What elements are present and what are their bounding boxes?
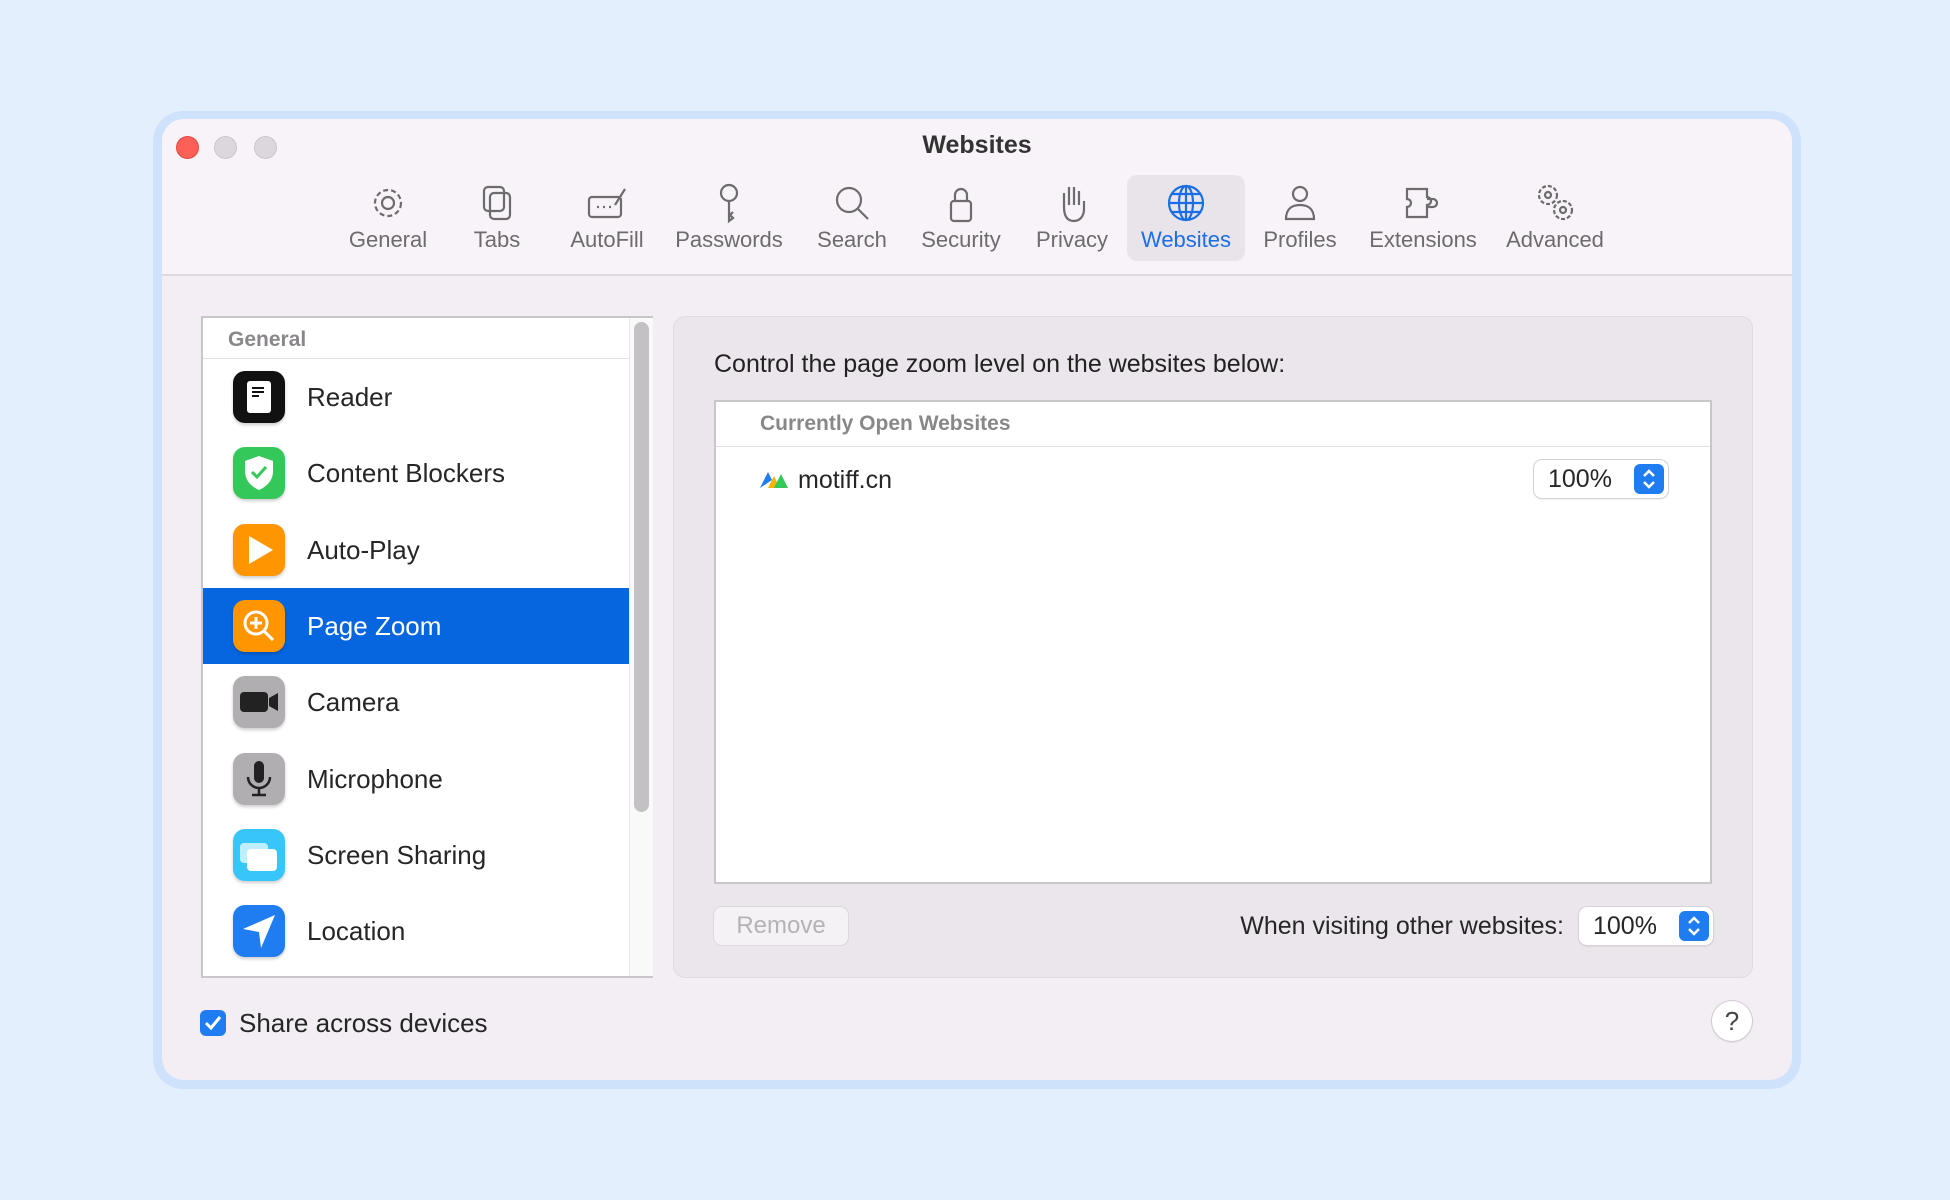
tab-label: Search xyxy=(817,227,887,252)
tab-label: Privacy xyxy=(1035,227,1109,252)
tab-label: Extensions xyxy=(1369,227,1477,252)
sidebar-item-label: Screen Sharing xyxy=(307,839,487,870)
tab-label: Websites xyxy=(1140,227,1232,252)
motiff-logo-icon xyxy=(760,472,788,488)
description: Control the page zoom level on the websi… xyxy=(714,350,1286,378)
remove-button[interactable]: Remove xyxy=(714,907,848,945)
toolbar: Websites General Tabs AutoFill Passwords Sea… xyxy=(162,119,1792,276)
location-arrow-icon xyxy=(233,905,285,958)
microphone-icon xyxy=(233,752,285,805)
reader-icon xyxy=(233,371,285,423)
sidebar-item-auto-play[interactable]: Auto-Play xyxy=(203,512,629,588)
screen-sharing-icon xyxy=(233,828,285,881)
tab-search[interactable]: Search xyxy=(793,175,911,261)
sidebar-item-label: Camera xyxy=(307,687,400,718)
globe-icon xyxy=(1167,184,1205,222)
shield-check-icon xyxy=(233,447,285,500)
tab-privacy[interactable]: Privacy xyxy=(1013,175,1131,261)
tab-security[interactable]: Security xyxy=(902,175,1020,261)
site-zoom-value: 100% xyxy=(1548,465,1612,493)
tab-label: Passwords xyxy=(675,227,783,252)
tab-websites[interactable]: Websites xyxy=(1127,175,1245,261)
sidebar-item-label: Page Zoom xyxy=(307,610,442,641)
puzzle-icon xyxy=(1405,187,1439,219)
site-name: motiff.cn xyxy=(798,466,893,494)
tab-label: Security xyxy=(921,227,1001,252)
share-label[interactable]: Share across devices xyxy=(239,1007,488,1039)
websites-table: Currently Open Websites motiff.cn 100% xyxy=(714,400,1712,884)
site-zoom-select[interactable]: 100% xyxy=(1534,460,1668,498)
tab-label: Advanced xyxy=(1506,227,1604,252)
tab-extensions[interactable]: Extensions xyxy=(1364,175,1482,261)
page-zoom-panel: Control the page zoom level on the websi… xyxy=(673,316,1753,978)
sidebar-item-page-zoom[interactable]: Page Zoom xyxy=(203,587,629,664)
other-websites-label: When visiting other websites: xyxy=(1240,912,1564,940)
sidebar-item-label: Auto-Play xyxy=(307,534,420,565)
chevron-up-down-icon xyxy=(1679,911,1709,941)
divider xyxy=(716,446,1710,447)
tabs-icon xyxy=(482,185,512,221)
search-icon xyxy=(835,186,869,220)
person-icon xyxy=(1284,185,1316,221)
tab-advanced[interactable]: Advanced xyxy=(1496,175,1614,261)
chevron-up-down-icon xyxy=(1634,464,1664,494)
sidebar-item-microphone[interactable]: Microphone xyxy=(203,741,629,817)
window-title: Websites xyxy=(922,131,1032,159)
scrollbar-thumb[interactable] xyxy=(634,322,649,812)
tab-profiles[interactable]: Profiles xyxy=(1241,175,1359,261)
table-row[interactable]: motiff.cn 100% xyxy=(716,452,1710,508)
sidebar-list: General Reader Content Blockers Auto-Play P… xyxy=(201,316,653,978)
tab-passwords[interactable]: Passwords xyxy=(670,175,788,261)
sidebar-item-label: Reader xyxy=(307,382,393,412)
key-icon xyxy=(719,183,739,224)
share-checkbox[interactable] xyxy=(200,1010,226,1036)
sidebar-item-label: Content Blockers xyxy=(307,458,505,489)
play-icon xyxy=(233,523,285,576)
autofill-icon xyxy=(587,188,626,219)
camera-icon xyxy=(233,676,285,729)
tab-label: Tabs xyxy=(473,227,521,252)
other-zoom-value: 100% xyxy=(1593,912,1657,940)
tab-tabs[interactable]: Tabs xyxy=(438,175,556,261)
gear-icon xyxy=(373,188,403,218)
sidebar-item-content-blockers[interactable]: Content Blockers xyxy=(203,435,629,511)
tab-label: General xyxy=(348,227,428,252)
hand-icon xyxy=(1062,187,1086,223)
checkmark-icon xyxy=(204,1016,222,1031)
sidebar-header: General xyxy=(228,328,307,351)
tab-autofill[interactable]: AutoFill xyxy=(548,175,666,261)
table-header: Currently Open Websites xyxy=(760,412,1011,435)
sidebar-item-reader[interactable]: Reader xyxy=(203,359,629,435)
tab-label: AutoFill xyxy=(570,227,644,252)
help-button[interactable]: ? xyxy=(1712,1001,1752,1041)
sidebar-item-label: Location xyxy=(307,916,406,947)
lock-icon xyxy=(949,187,973,223)
sidebar-item-label: Microphone xyxy=(307,763,443,794)
sidebar-item-screen-sharing[interactable]: Screen Sharing xyxy=(203,817,629,893)
zoom-in-icon xyxy=(233,599,285,652)
tab-general[interactable]: General xyxy=(329,175,447,261)
sidebar-item-location[interactable]: Location xyxy=(203,893,629,969)
tab-label: Profiles xyxy=(1263,227,1337,252)
other-zoom-select[interactable]: 100% xyxy=(1579,907,1713,945)
gears-icon xyxy=(1537,184,1574,221)
sidebar-item-camera[interactable]: Camera xyxy=(203,664,629,740)
preferences-window: Websites General Tabs AutoFill Passwords Sea… xyxy=(162,119,1792,1080)
